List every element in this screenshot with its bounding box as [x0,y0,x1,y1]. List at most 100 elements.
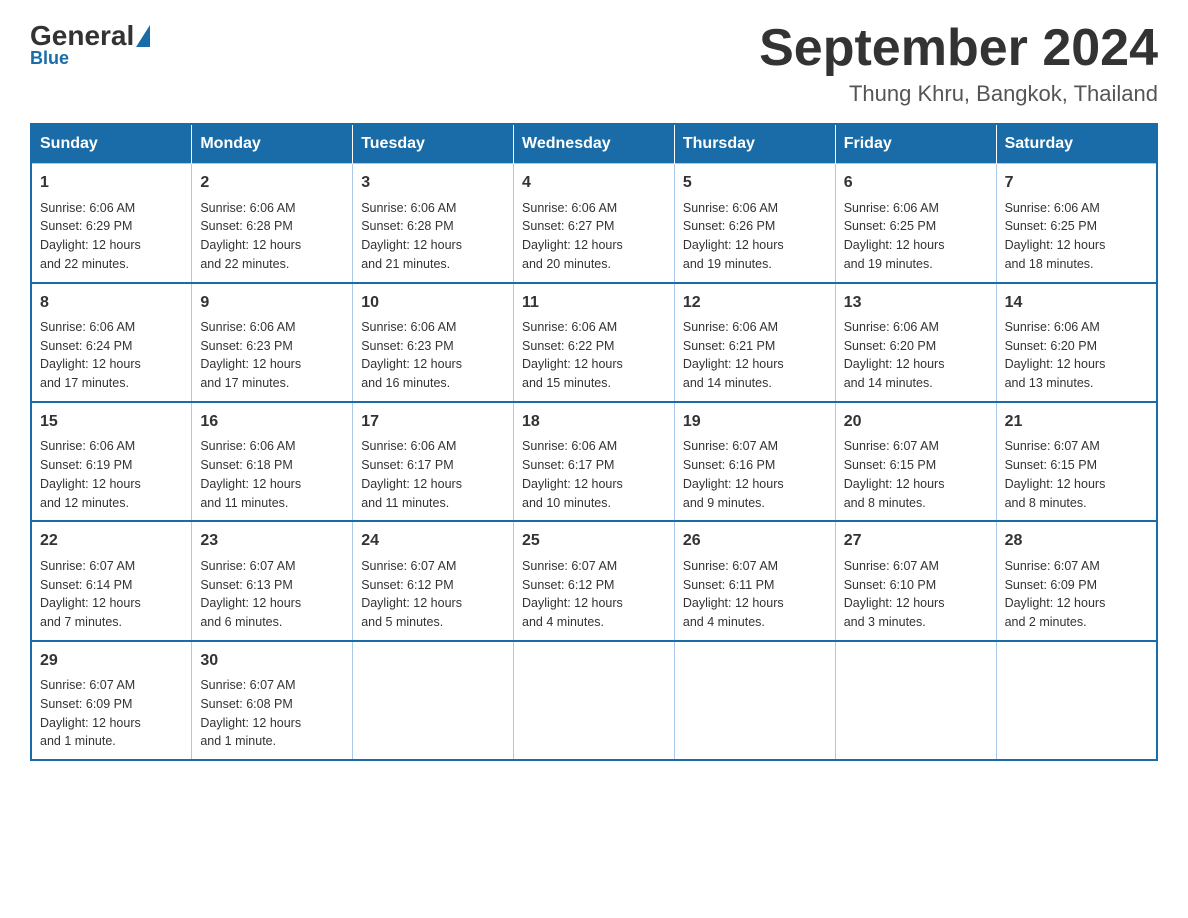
table-row: 30Sunrise: 6:07 AMSunset: 6:08 PMDayligh… [192,641,353,760]
day-info: Sunrise: 6:06 AMSunset: 6:25 PMDaylight:… [844,199,988,274]
day-number: 23 [200,530,344,552]
day-number: 28 [1005,530,1148,552]
day-info: Sunrise: 6:07 AMSunset: 6:09 PMDaylight:… [40,676,183,751]
day-info: Sunrise: 6:06 AMSunset: 6:19 PMDaylight:… [40,437,183,512]
table-row: 9 Sunrise: 6:06 AMSunset: 6:23 PMDaylight… [192,283,353,402]
table-row [674,641,835,760]
table-row: 12 Sunrise: 6:06 AMSunset: 6:21 PMDayligh… [674,283,835,402]
day-info: Sunrise: 6:06 AMSunset: 6:20 PMDaylight:… [844,318,988,393]
table-row: 7 Sunrise: 6:06 AMSunset: 6:25 PMDaylight… [996,164,1157,283]
table-row: 6 Sunrise: 6:06 AMSunset: 6:25 PMDaylight… [835,164,996,283]
table-row [835,641,996,760]
table-row: 3 Sunrise: 6:06 AMSunset: 6:28 PMDaylight… [353,164,514,283]
day-info: Sunrise: 6:07 AMSunset: 6:15 PMDaylight:… [1005,437,1148,512]
day-info: Sunrise: 6:07 AMSunset: 6:09 PMDaylight:… [1005,557,1148,632]
header-tuesday: Tuesday [353,124,514,164]
table-row: 23 Sunrise: 6:07 AMSunset: 6:13 PMDayligh… [192,521,353,640]
header-thursday: Thursday [674,124,835,164]
day-info: Sunrise: 6:06 AMSunset: 6:24 PMDaylight:… [40,318,183,393]
table-row: 15 Sunrise: 6:06 AMSunset: 6:19 PMDayligh… [31,402,192,521]
logo-blue-text: Blue [30,48,69,69]
day-number: 8 [40,292,183,314]
day-number: 12 [683,292,827,314]
table-row: 4Sunrise: 6:06 AMSunset: 6:27 PMDaylight… [514,164,675,283]
table-row: 24 Sunrise: 6:07 AMSunset: 6:12 PMDayligh… [353,521,514,640]
header-sunday: Sunday [31,124,192,164]
day-number: 30 [200,650,344,672]
day-info: Sunrise: 6:06 AMSunset: 6:28 PMDaylight:… [361,199,505,274]
day-info: Sunrise: 6:07 AMSunset: 6:11 PMDaylight:… [683,557,827,632]
location-title: Thung Khru, Bangkok, Thailand [759,81,1158,107]
day-number: 18 [522,411,666,433]
day-info: Sunrise: 6:06 AMSunset: 6:17 PMDaylight:… [361,437,505,512]
table-row [353,641,514,760]
day-number: 15 [40,411,183,433]
day-info: Sunrise: 6:06 AMSunset: 6:22 PMDaylight:… [522,318,666,393]
day-number: 21 [1005,411,1148,433]
day-number: 22 [40,530,183,552]
header-saturday: Saturday [996,124,1157,164]
day-number: 25 [522,530,666,552]
header-friday: Friday [835,124,996,164]
table-row: 25 Sunrise: 6:07 AMSunset: 6:12 PMDayligh… [514,521,675,640]
day-number: 3 [361,172,505,194]
day-info: Sunrise: 6:07 AMSunset: 6:13 PMDaylight:… [200,557,344,632]
day-info: Sunrise: 6:07 AMSunset: 6:15 PMDaylight:… [844,437,988,512]
day-number: 20 [844,411,988,433]
calendar-header-row: Sunday Monday Tuesday Wednesday Thursday… [31,124,1157,164]
table-row: 28 Sunrise: 6:07 AMSunset: 6:09 PMDayligh… [996,521,1157,640]
day-info: Sunrise: 6:07 AMSunset: 6:12 PMDaylight:… [361,557,505,632]
table-row: 2 Sunrise: 6:06 AMSunset: 6:28 PMDaylight… [192,164,353,283]
day-number: 16 [200,411,344,433]
day-info: Sunrise: 6:06 AMSunset: 6:21 PMDaylight:… [683,318,827,393]
day-number: 17 [361,411,505,433]
table-row: 20 Sunrise: 6:07 AMSunset: 6:15 PMDayligh… [835,402,996,521]
calendar-week-row: 8 Sunrise: 6:06 AMSunset: 6:24 PMDaylight… [31,283,1157,402]
table-row: 10Sunrise: 6:06 AMSunset: 6:23 PMDayligh… [353,283,514,402]
day-info: Sunrise: 6:06 AMSunset: 6:20 PMDaylight:… [1005,318,1148,393]
table-row: 11Sunrise: 6:06 AMSunset: 6:22 PMDayligh… [514,283,675,402]
logo-arrow-icon [136,25,150,47]
month-title: September 2024 [759,20,1158,77]
day-number: 2 [200,172,344,194]
calendar-week-row: 29 Sunrise: 6:07 AMSunset: 6:09 PMDayligh… [31,641,1157,760]
day-number: 27 [844,530,988,552]
day-number: 5 [683,172,827,194]
calendar-week-row: 1 Sunrise: 6:06 AMSunset: 6:29 PMDaylight… [31,164,1157,283]
day-info: Sunrise: 6:06 AMSunset: 6:17 PMDaylight:… [522,437,666,512]
day-info: Sunrise: 6:07 AMSunset: 6:12 PMDaylight:… [522,557,666,632]
day-info: Sunrise: 6:06 AMSunset: 6:28 PMDaylight:… [200,199,344,274]
table-row: 14Sunrise: 6:06 AMSunset: 6:20 PMDayligh… [996,283,1157,402]
table-row: 17 Sunrise: 6:06 AMSunset: 6:17 PMDayligh… [353,402,514,521]
header-wednesday: Wednesday [514,124,675,164]
day-number: 1 [40,172,183,194]
day-info: Sunrise: 6:06 AMSunset: 6:26 PMDaylight:… [683,199,827,274]
table-row: 5 Sunrise: 6:06 AMSunset: 6:26 PMDaylight… [674,164,835,283]
day-info: Sunrise: 6:06 AMSunset: 6:25 PMDaylight:… [1005,199,1148,274]
day-number: 7 [1005,172,1148,194]
title-area: September 2024 Thung Khru, Bangkok, Thai… [759,20,1158,107]
day-number: 24 [361,530,505,552]
day-number: 26 [683,530,827,552]
day-number: 13 [844,292,988,314]
day-number: 19 [683,411,827,433]
day-number: 9 [200,292,344,314]
day-info: Sunrise: 6:06 AMSunset: 6:29 PMDaylight:… [40,199,183,274]
day-info: Sunrise: 6:07 AMSunset: 6:10 PMDaylight:… [844,557,988,632]
table-row: 22Sunrise: 6:07 AMSunset: 6:14 PMDayligh… [31,521,192,640]
day-info: Sunrise: 6:06 AMSunset: 6:18 PMDaylight:… [200,437,344,512]
table-row: 27 Sunrise: 6:07 AMSunset: 6:10 PMDayligh… [835,521,996,640]
table-row: 13 Sunrise: 6:06 AMSunset: 6:20 PMDayligh… [835,283,996,402]
table-row: 26 Sunrise: 6:07 AMSunset: 6:11 PMDayligh… [674,521,835,640]
table-row: 21 Sunrise: 6:07 AMSunset: 6:15 PMDayligh… [996,402,1157,521]
day-info: Sunrise: 6:06 AMSunset: 6:27 PMDaylight:… [522,199,666,274]
calendar-week-row: 22Sunrise: 6:07 AMSunset: 6:14 PMDayligh… [31,521,1157,640]
table-row [514,641,675,760]
table-row: 1 Sunrise: 6:06 AMSunset: 6:29 PMDaylight… [31,164,192,283]
table-row: 18 Sunrise: 6:06 AMSunset: 6:17 PMDayligh… [514,402,675,521]
day-number: 29 [40,650,183,672]
day-number: 6 [844,172,988,194]
day-info: Sunrise: 6:06 AMSunset: 6:23 PMDaylight:… [200,318,344,393]
day-number: 10 [361,292,505,314]
table-row: 16 Sunrise: 6:06 AMSunset: 6:18 PMDayligh… [192,402,353,521]
